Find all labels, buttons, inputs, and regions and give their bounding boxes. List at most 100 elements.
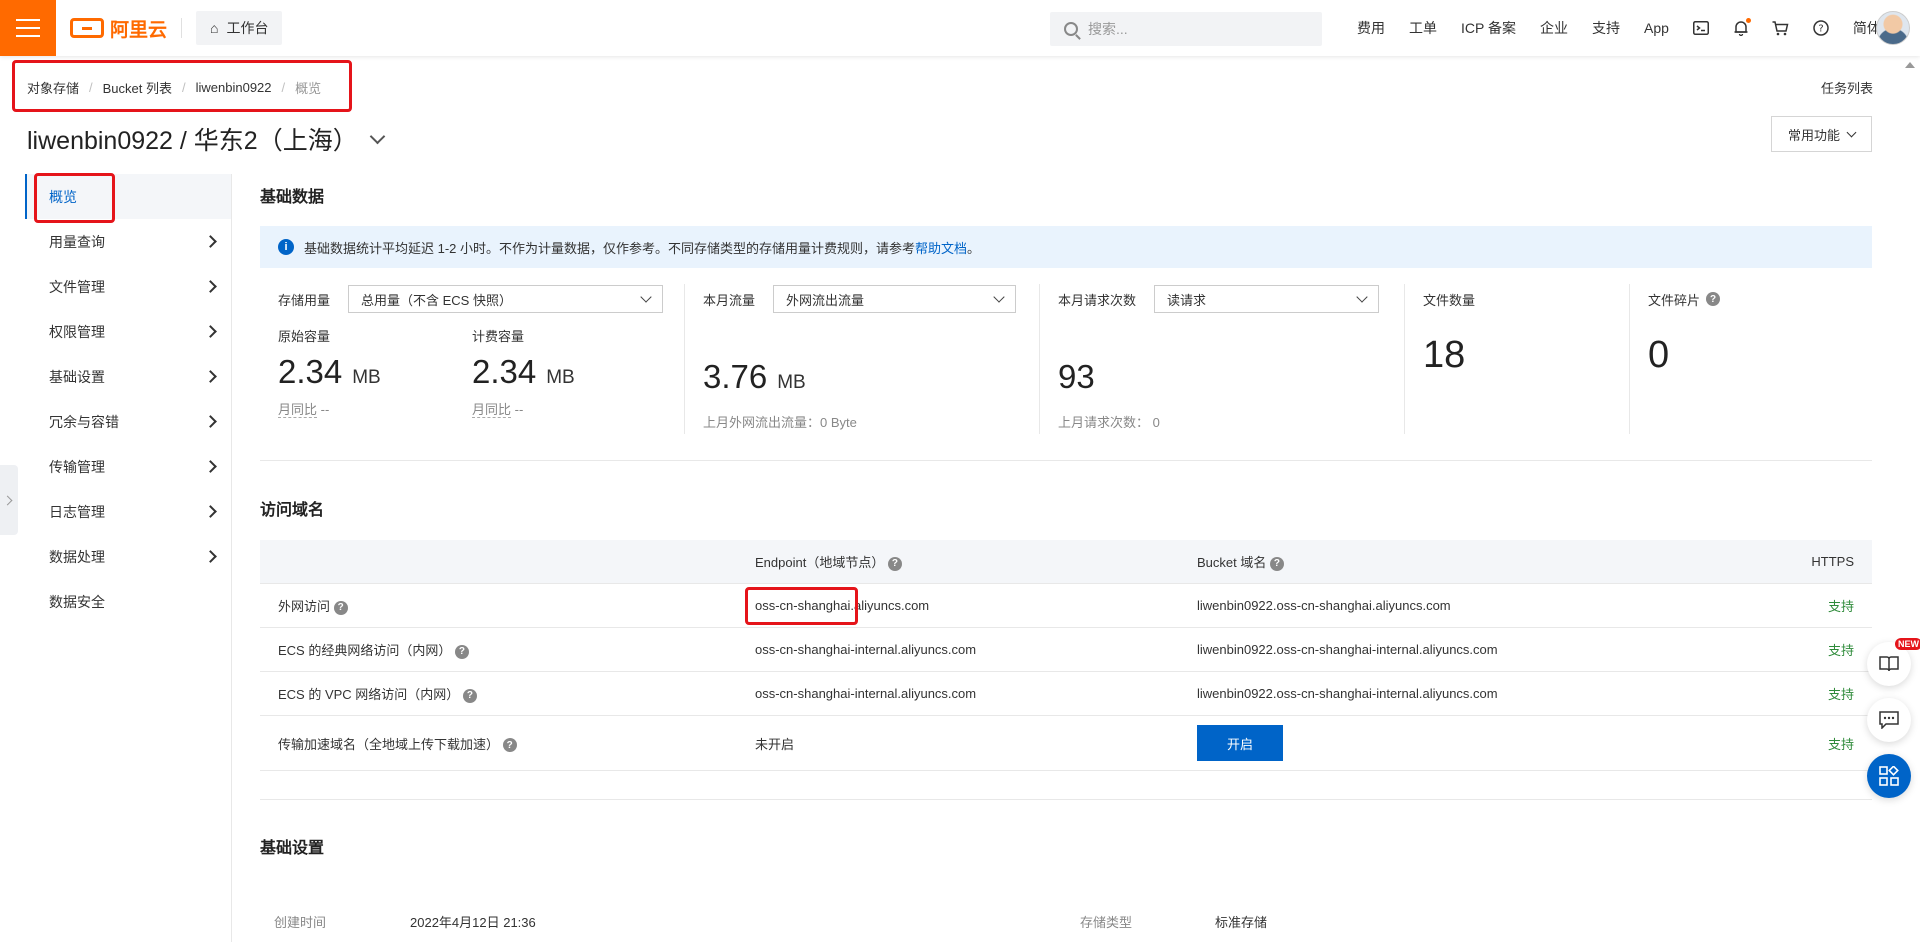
- raw-capacity: 原始容量 2.34 MB 月同比 --: [278, 326, 381, 418]
- row-bucket-domain[interactable]: liwenbin0922.oss-cn-shanghai-internal.al…: [1197, 642, 1737, 657]
- row-endpoint[interactable]: oss-cn-shanghai-internal.aliyuncs.com: [755, 642, 1197, 657]
- sidebar-item-label: 用量查询: [49, 233, 105, 250]
- breadcrumb-separator: /: [182, 80, 186, 95]
- breadcrumb-bucket[interactable]: liwenbin0922: [196, 80, 272, 95]
- scroll-up-arrow-icon[interactable]: [1905, 62, 1915, 68]
- apps-float-button[interactable]: [1867, 754, 1911, 798]
- storage-type-label: 存储类型: [1080, 915, 1133, 930]
- help-icon[interactable]: ?: [502, 738, 517, 753]
- chevron-right-icon: [204, 550, 217, 563]
- cart-icon[interactable]: [1761, 20, 1801, 36]
- sidebar-item-label: 数据安全: [49, 593, 105, 610]
- row-bucket-domain[interactable]: liwenbin0922.oss-cn-shanghai-internal.al…: [1197, 686, 1737, 701]
- row-name-text: ECS 的 VPC 网络访问（内网）: [278, 687, 460, 702]
- sidebar-item-redundancy[interactable]: 冗余与容错: [25, 399, 231, 444]
- row-endpoint[interactable]: oss-cn-shanghai-internal.aliyuncs.com: [755, 686, 1197, 701]
- chevron-right-icon: [204, 280, 217, 293]
- common-functions-button[interactable]: 常用功能: [1771, 116, 1872, 152]
- sidebar-item-files[interactable]: 文件管理: [25, 264, 231, 309]
- new-badge: NEW: [1895, 638, 1920, 650]
- row-name: ECS 的经典网络访问（内网） ?: [260, 640, 755, 659]
- sidebar-item-label: 基础设置: [49, 368, 105, 385]
- chevron-down-icon: [1356, 291, 1368, 303]
- row-endpoint[interactable]: oss-cn-shanghai.aliyuncs.com: [755, 598, 1197, 613]
- expand-sidebar-tab[interactable]: [0, 465, 18, 535]
- basic-settings-title: 基础设置: [260, 840, 325, 857]
- chat-float-button[interactable]: [1867, 698, 1911, 742]
- bell-icon[interactable]: [1721, 18, 1761, 36]
- traffic-label: 本月流量: [703, 292, 756, 308]
- domains-title: 访问域名: [260, 502, 325, 519]
- hamburger-menu-button[interactable]: [0, 0, 56, 56]
- row-name-text: 传输加速域名（全地域上传下载加速）: [278, 736, 500, 752]
- storage-type-value: 标准存储: [1215, 915, 1268, 930]
- requests-value: 93: [1058, 358, 1095, 395]
- files-value: 18: [1423, 334, 1466, 376]
- notice-end: 。: [967, 240, 981, 256]
- sidebar-item-usage[interactable]: 用量查询: [25, 219, 231, 264]
- header-bucket-label: Bucket 域名: [1197, 555, 1267, 570]
- storage-type-select[interactable]: 总用量（不含 ECS 快照）: [348, 285, 664, 313]
- sidebar-item-overview[interactable]: 概览: [25, 174, 231, 219]
- traffic-type-select[interactable]: 外网流出流量: [773, 285, 1017, 313]
- row-name-text: ECS 的经典网络访问（内网）: [278, 643, 452, 658]
- page-title[interactable]: liwenbin0922 / 华东2（上海）: [27, 121, 385, 157]
- request-type-select[interactable]: 读请求: [1154, 285, 1380, 313]
- nav-app[interactable]: App: [1632, 20, 1681, 36]
- help-icon[interactable]: ?: [887, 556, 902, 571]
- user-avatar[interactable]: [1876, 11, 1910, 45]
- row-https-status: 支持: [1827, 643, 1854, 658]
- raw-capacity-value: 2.34 MB: [278, 353, 381, 391]
- sidebar-item-transfer[interactable]: 传输管理: [25, 444, 231, 489]
- help-icon[interactable]: ?: [1706, 292, 1721, 306]
- workbench-label: 工作台: [226, 20, 269, 36]
- breadcrumb-bucket-list[interactable]: Bucket 列表: [103, 78, 172, 97]
- sidebar-item-permissions[interactable]: 权限管理: [25, 309, 231, 354]
- page-title-text: liwenbin0922 / 华东2（上海）: [27, 127, 358, 155]
- request-select-value: 读请求: [1167, 292, 1207, 308]
- nav-enterprise[interactable]: 企业: [1528, 18, 1580, 38]
- raw-capacity-yoy: 月同比 --: [278, 399, 381, 418]
- help-icon[interactable]: ?: [333, 600, 348, 615]
- help-icon[interactable]: ?: [454, 644, 469, 659]
- sidebar-item-label: 日志管理: [49, 503, 105, 520]
- sidebar-item-data-processing[interactable]: 数据处理: [25, 534, 231, 579]
- created-time-value: 2022年4月12日 21:36: [410, 915, 536, 930]
- raw-capacity-label: 原始容量: [278, 329, 331, 344]
- sidebar-item-label: 传输管理: [49, 458, 105, 475]
- header-bucket-domain: Bucket 域名 ?: [1197, 552, 1737, 571]
- traffic-number: 3.76: [703, 358, 768, 395]
- raw-capacity-number: 2.34: [278, 353, 343, 390]
- help-icon[interactable]: ?: [462, 688, 477, 703]
- divider: [181, 18, 183, 38]
- sidebar-item-data-security[interactable]: 数据安全: [25, 579, 231, 624]
- book-icon: [1879, 656, 1899, 672]
- workbench-button[interactable]: ⌂ 工作台: [196, 11, 283, 45]
- nav-fees[interactable]: 费用: [1345, 18, 1397, 38]
- help-icon[interactable]: ?: [1801, 20, 1841, 36]
- help-doc-link[interactable]: 帮助文档: [915, 241, 967, 256]
- nav-tickets[interactable]: 工单: [1397, 18, 1449, 38]
- enable-acceleration-button[interactable]: 开启: [1197, 725, 1283, 761]
- stats-panel: 存储用量 总用量（不含 ECS 快照） 原始容量 2.34 MB 月同比 -- 计…: [260, 284, 1872, 434]
- info-icon: i: [278, 239, 294, 255]
- requests-last-month-label: 上月请求次数：: [1058, 415, 1150, 430]
- domains-table: Endpoint（地域节点） ? Bucket 域名 ? HTTPS 外网访问 …: [260, 540, 1872, 771]
- top-nav: 费用 工单 ICP 备案 企业 支持 App ? 简体: [1345, 0, 1893, 56]
- stat-requests-head: 本月请求次数 读请求: [1058, 284, 1404, 314]
- chevron-right-icon: [204, 415, 217, 428]
- brand-text: 阿里云: [110, 19, 168, 41]
- row-bucket-domain[interactable]: liwenbin0922.oss-cn-shanghai.aliyuncs.co…: [1197, 598, 1737, 613]
- breadcrumb-object-storage[interactable]: 对象存储: [27, 78, 79, 97]
- nav-icp[interactable]: ICP 备案: [1449, 18, 1528, 38]
- aliyun-logo[interactable]: 阿里云: [70, 15, 167, 42]
- sidebar-item-logs[interactable]: 日志管理: [25, 489, 231, 534]
- search-input[interactable]: 搜索...: [1050, 12, 1322, 46]
- sidebar-item-basic-settings[interactable]: 基础设置: [25, 354, 231, 399]
- nav-support[interactable]: 支持: [1580, 18, 1632, 38]
- help-icon[interactable]: ?: [1269, 556, 1284, 571]
- row-name: 传输加速域名（全地域上传下载加速） ?: [260, 734, 755, 753]
- table-row: 外网访问 ? oss-cn-shanghai.aliyuncs.com liwe…: [260, 584, 1872, 628]
- task-list-link[interactable]: 任务列表: [1821, 78, 1873, 97]
- terminal-icon[interactable]: [1681, 21, 1721, 35]
